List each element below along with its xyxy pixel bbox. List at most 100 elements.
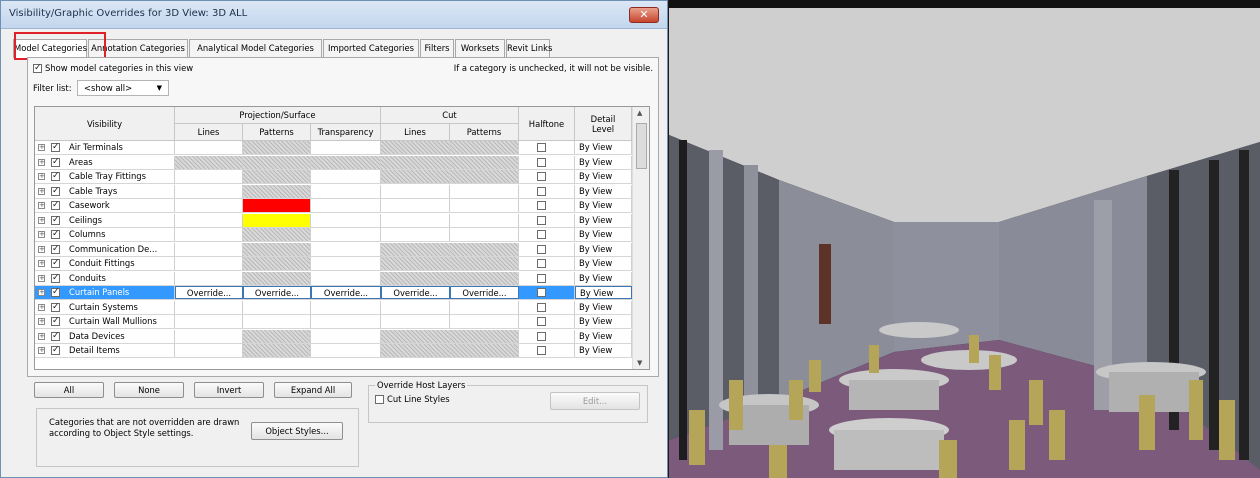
category-visibility-checkbox[interactable]	[51, 243, 60, 255]
proj-patterns-cell[interactable]	[243, 300, 311, 314]
expand-all-button[interactable]: Expand All	[274, 382, 352, 398]
detail-level-cell[interactable]: By View	[575, 170, 632, 183]
proj-lines-cell[interactable]	[175, 329, 243, 343]
expand-icon[interactable]: +	[38, 216, 45, 224]
category-visibility-checkbox[interactable]	[51, 156, 60, 168]
halftone-checkbox[interactable]	[537, 302, 546, 312]
category-visibility-checkbox[interactable]	[51, 214, 60, 226]
detail-level-cell[interactable]: By View	[575, 242, 632, 256]
proj-lines-cell[interactable]	[175, 242, 243, 256]
expand-icon[interactable]: +	[38, 274, 45, 282]
proj-lines-cell[interactable]	[175, 141, 243, 154]
expand-icon[interactable]: +	[38, 332, 45, 340]
table-row[interactable]: +Curtain PanelsOverride...Override...Ove…	[35, 286, 632, 300]
expand-icon[interactable]: +	[38, 158, 45, 166]
cut-patterns-cell[interactable]	[450, 213, 519, 227]
halftone-checkbox[interactable]	[537, 273, 546, 283]
cut-lines-cell[interactable]	[381, 329, 450, 343]
override-button[interactable]: Override...	[381, 286, 450, 299]
detail-level-cell[interactable]: By View	[575, 155, 632, 169]
transparency-cell[interactable]	[311, 199, 381, 212]
proj-patterns-cell[interactable]	[243, 141, 311, 154]
object-styles-button[interactable]: Object Styles...	[251, 422, 343, 440]
expand-icon[interactable]: +	[38, 347, 45, 354]
table-row[interactable]: + Air Terminals By View	[35, 141, 632, 155]
detail-level-cell[interactable]: By View	[575, 213, 632, 227]
table-row[interactable]: + Curtain Wall Mullions By View	[35, 315, 632, 329]
category-visibility-checkbox[interactable]	[51, 272, 60, 284]
cut-patterns-cell[interactable]	[450, 228, 519, 241]
expand-icon[interactable]: +	[38, 187, 45, 195]
proj-patterns-cell[interactable]	[243, 170, 311, 183]
cut-lines-cell[interactable]	[381, 155, 450, 169]
expand-icon[interactable]: +	[38, 318, 45, 325]
category-visibility-checkbox[interactable]	[51, 330, 60, 342]
category-visibility-checkbox[interactable]	[51, 286, 60, 298]
transparency-cell[interactable]	[311, 228, 381, 241]
detail-level-cell[interactable]: By View	[575, 199, 632, 212]
cut-lines-cell[interactable]	[381, 300, 450, 314]
table-row[interactable]: + Data Devices By View	[35, 329, 632, 344]
halftone-checkbox[interactable]	[537, 201, 546, 210]
halftone-checkbox[interactable]	[537, 259, 546, 268]
proj-lines-cell[interactable]	[175, 184, 243, 198]
expand-icon[interactable]: +	[38, 144, 45, 151]
transparency-cell[interactable]	[311, 329, 381, 343]
cut-lines-cell[interactable]	[381, 271, 450, 285]
cut-lines-cell[interactable]	[381, 170, 450, 183]
cut-patterns-cell[interactable]	[450, 199, 519, 212]
tab-worksets[interactable]: Worksets	[455, 39, 505, 57]
category-visibility-checkbox[interactable]	[51, 344, 60, 356]
expand-icon[interactable]: +	[38, 231, 45, 238]
grid-scrollbar[interactable]: ▲ ▼	[632, 107, 649, 369]
tab-analytical-model-categories[interactable]: Analytical Model Categories	[189, 39, 322, 57]
proj-patterns-cell[interactable]	[243, 329, 311, 343]
proj-patterns-cell[interactable]	[243, 213, 311, 227]
override-button[interactable]: Override...	[311, 286, 381, 299]
filter-list-dropdown[interactable]: <show all> ▼	[77, 80, 169, 96]
table-row[interactable]: + Communication De... By View	[35, 242, 632, 257]
proj-lines-cell[interactable]	[175, 228, 243, 241]
cut-lines-cell[interactable]	[381, 242, 450, 256]
halftone-checkbox[interactable]	[537, 215, 546, 225]
3d-view-viewport[interactable]	[669, 0, 1260, 478]
halftone-checkbox[interactable]	[537, 317, 546, 326]
proj-lines-cell[interactable]	[175, 155, 243, 169]
detail-level-cell[interactable]: By View	[575, 329, 632, 343]
close-button[interactable]: ✕	[629, 7, 659, 23]
detail-level-cell[interactable]: By View	[575, 141, 632, 154]
proj-patterns-cell[interactable]	[243, 271, 311, 285]
detail-level-cell[interactable]: By View	[575, 257, 632, 270]
halftone-checkbox[interactable]	[537, 186, 546, 196]
cut-patterns-cell[interactable]	[450, 315, 519, 328]
detail-level-cell[interactable]: By View	[575, 344, 632, 357]
table-row[interactable]: + Cable Tray Fittings By View	[35, 170, 632, 184]
cut-lines-cell[interactable]	[381, 257, 450, 270]
cut-lines-cell[interactable]	[381, 315, 450, 328]
category-visibility-checkbox[interactable]	[51, 170, 60, 182]
proj-patterns-cell[interactable]	[243, 344, 311, 357]
table-row[interactable]: + Casework By View	[35, 199, 632, 213]
cut-lines-cell[interactable]	[381, 199, 450, 212]
cut-lines-cell[interactable]	[381, 184, 450, 198]
halftone-checkbox[interactable]	[537, 346, 546, 355]
halftone-checkbox[interactable]	[537, 331, 546, 341]
expand-icon[interactable]: +	[38, 260, 45, 267]
scroll-down-icon[interactable]: ▼	[637, 359, 642, 367]
expand-icon[interactable]: +	[38, 303, 45, 311]
table-row[interactable]: + Areas By View	[35, 155, 632, 170]
cut-patterns-cell[interactable]	[450, 155, 519, 169]
proj-patterns-cell[interactable]	[243, 315, 311, 328]
detail-level-cell[interactable]: By View	[575, 184, 632, 198]
detail-level-cell[interactable]: By View	[575, 271, 632, 285]
cut-patterns-cell[interactable]	[450, 344, 519, 357]
proj-patterns-cell[interactable]	[243, 257, 311, 270]
proj-lines-cell[interactable]	[175, 315, 243, 328]
tab-revit-links[interactable]: Revit Links	[506, 39, 552, 57]
proj-lines-cell[interactable]	[175, 271, 243, 285]
table-row[interactable]: + Ceilings By View	[35, 213, 632, 228]
override-button[interactable]: Override...	[175, 286, 243, 299]
category-visibility-checkbox[interactable]	[51, 301, 60, 313]
cut-patterns-cell[interactable]	[450, 242, 519, 256]
cut-patterns-cell[interactable]	[450, 141, 519, 154]
